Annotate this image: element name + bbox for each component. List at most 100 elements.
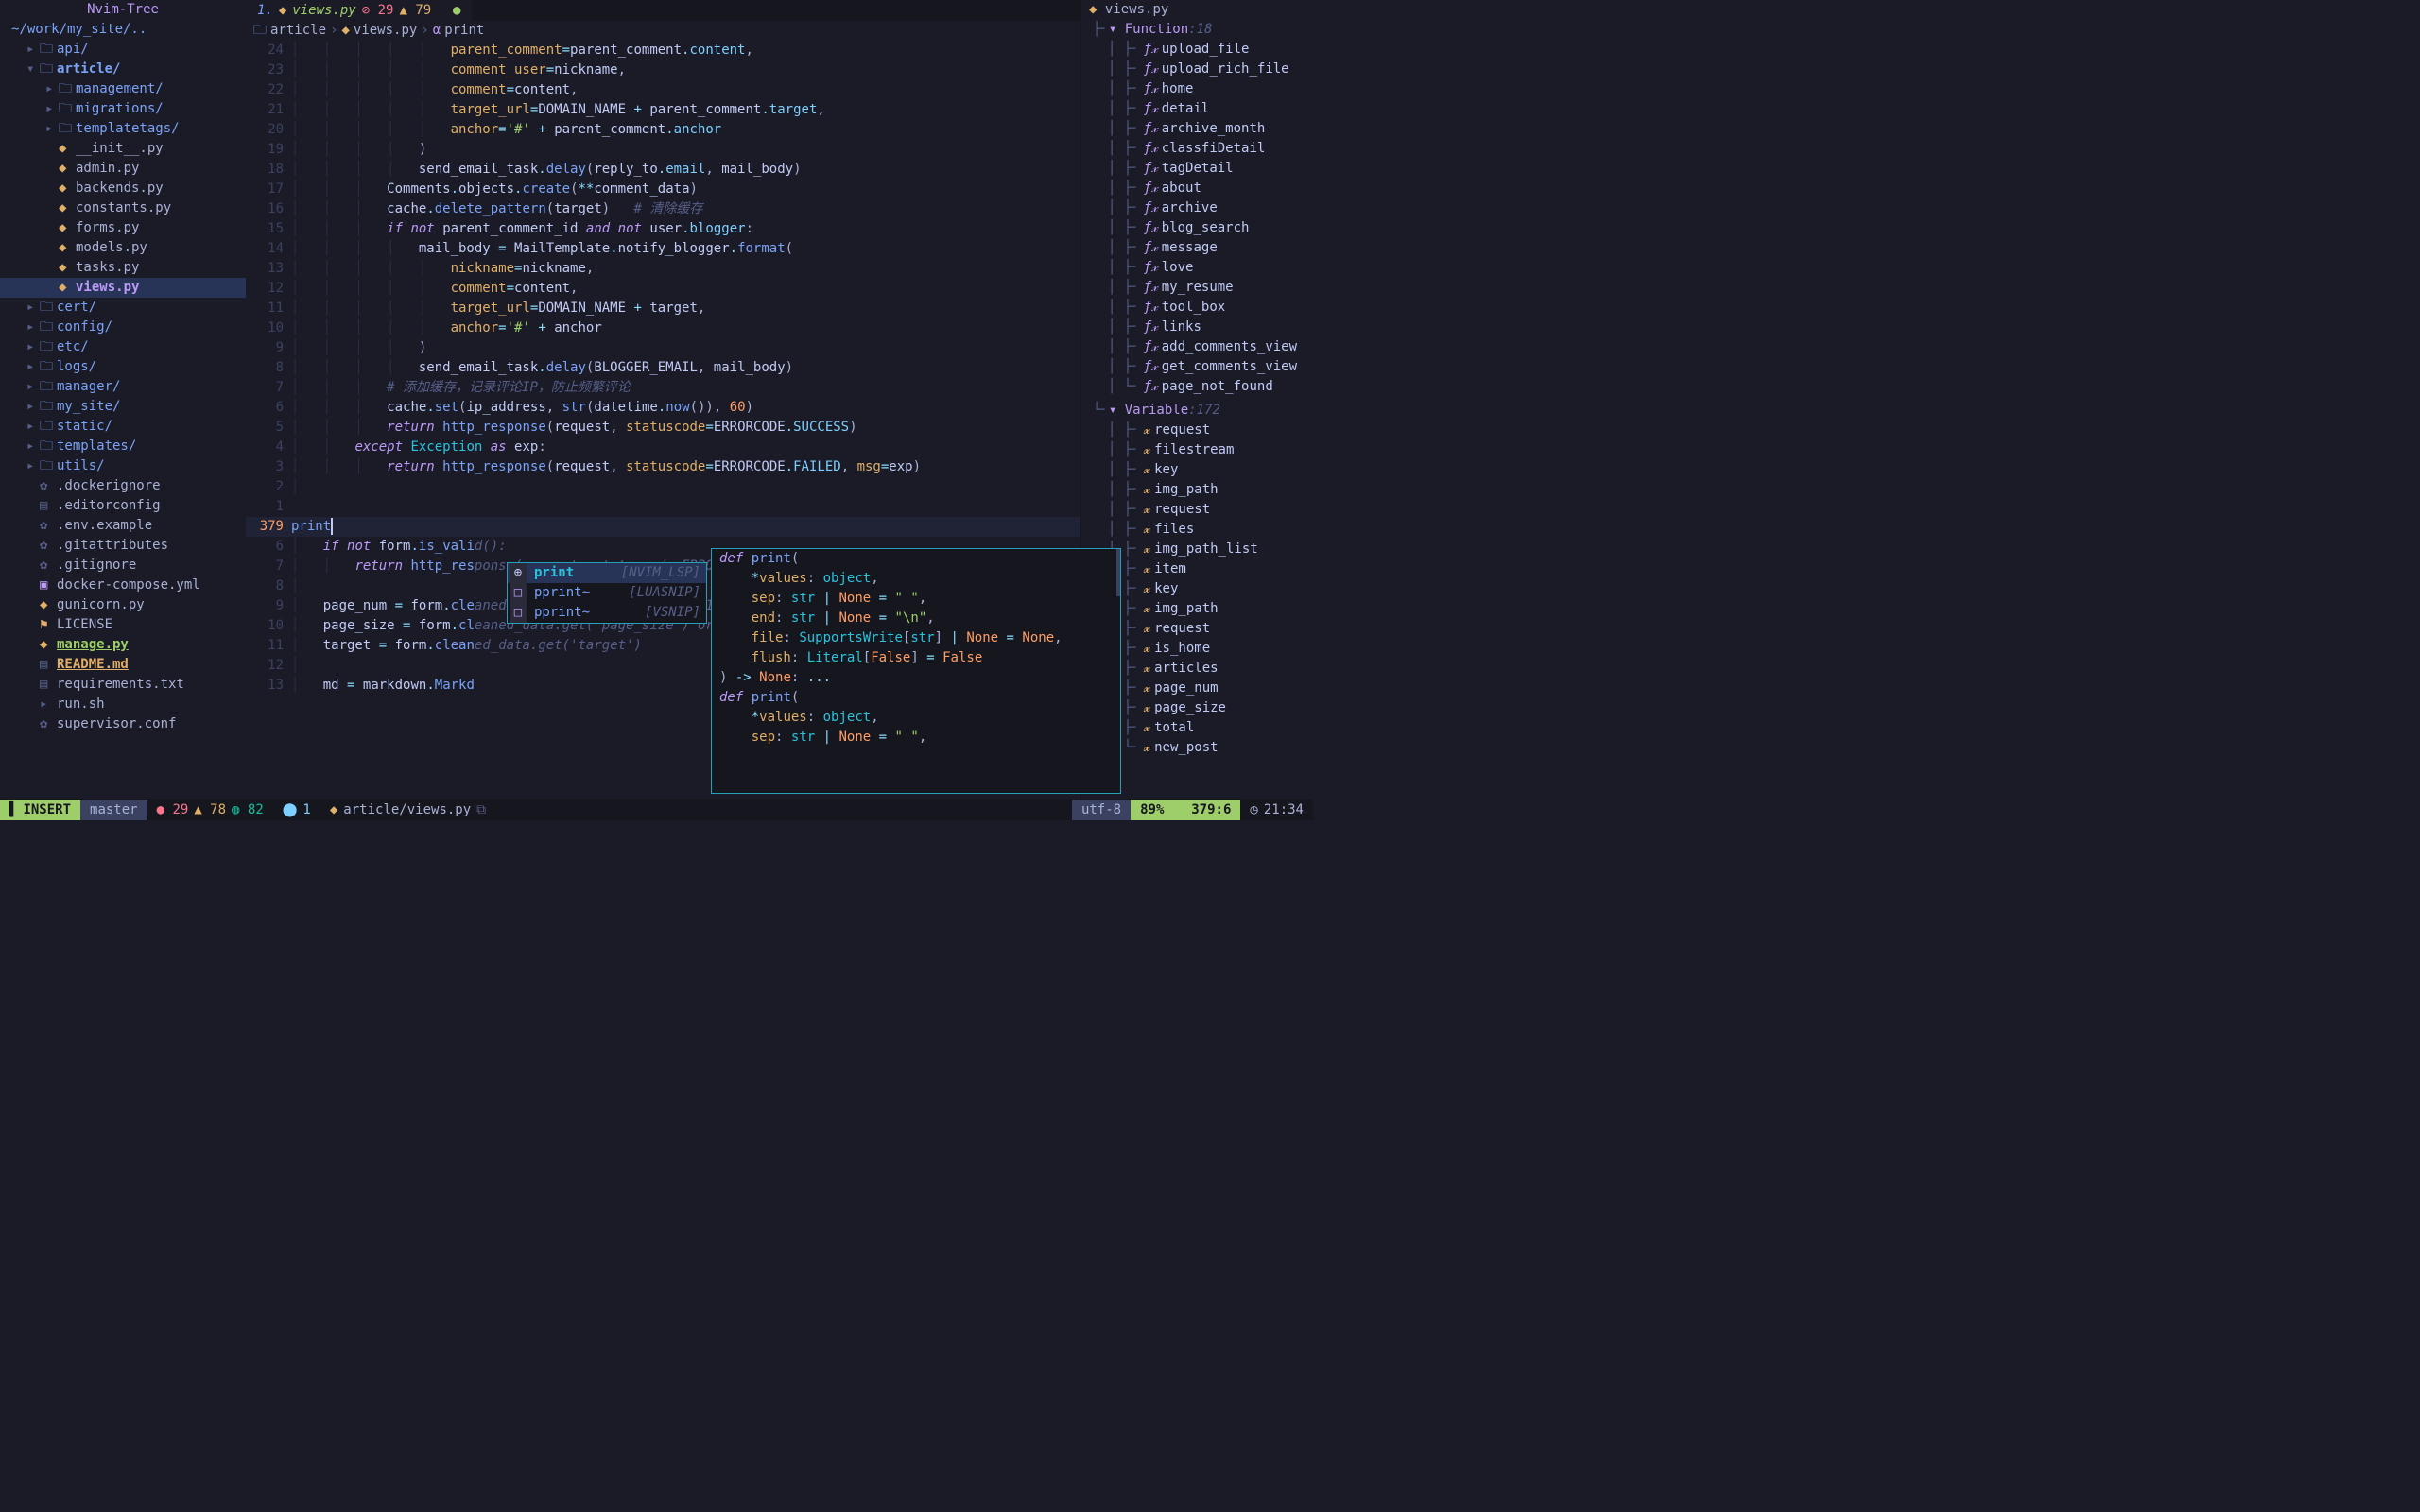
code-line[interactable]: │ │ except Exception as exp: (287, 438, 1080, 457)
code-line[interactable]: │ │ │ │ ) (287, 338, 1080, 358)
tree-item[interactable]: ▤requirements.txt (0, 675, 246, 695)
outline-item[interactable]: │ ├╴ƒ𝓍get_comments_view (1081, 357, 1313, 377)
outline-item[interactable]: │ ├╴ƒ𝓍add_comments_view (1081, 337, 1313, 357)
tree-item[interactable]: ◆models.py (0, 238, 246, 258)
outline-item[interactable]: │ ├╴ƒ𝓍archive (1081, 198, 1313, 218)
code-line[interactable] (287, 497, 1080, 517)
code-line[interactable]: │ │ │ │ ) (287, 140, 1080, 160)
tree-item[interactable]: ▸🗀my_site/ (0, 397, 246, 417)
code-line[interactable]: │ │ │ │ send_email_task.delay(reply_to.e… (287, 160, 1080, 180)
tree-item[interactable]: ▸run.sh (0, 695, 246, 714)
completion-item[interactable]: □pprint~[LUASNIP] (508, 583, 706, 603)
code-line[interactable]: │ │ │ │ │ target_url=DOMAIN_NAME + paren… (287, 100, 1080, 120)
code-line[interactable]: │ │ │ │ send_email_task.delay(BLOGGER_EM… (287, 358, 1080, 378)
code-line[interactable]: │ │ │ │ │ anchor='#' + parent_comment.an… (287, 120, 1080, 140)
outline-item[interactable]: │ ├╴ƒ𝓍upload_rich_file (1081, 60, 1313, 79)
code-line[interactable]: │ │ │ cache.set(ip_address, str(datetime… (287, 398, 1080, 418)
outline-group[interactable]: └╴▾ Variable:172 (1081, 401, 1313, 421)
code-line[interactable]: │ │ │ # 添加缓存，记录评论IP，防止频繁评论 (287, 378, 1080, 398)
outline-item[interactable]: │ ├╴ƒ𝓍archive_month (1081, 119, 1313, 139)
outline-item[interactable]: │ ├╴𝔁img_path (1081, 480, 1313, 500)
winbar-breadcrumb[interactable]: 🗀 article › ◆ views.py › α print (246, 21, 1080, 41)
tree-item[interactable]: ◆views.py (0, 278, 246, 298)
tree-item[interactable]: ▸🗀migrations/ (0, 99, 246, 119)
outline-group[interactable]: ├╴▾ Function:18 (1081, 20, 1313, 40)
outline-item[interactable]: │ ├╴ƒ𝓍classfiDetail (1081, 139, 1313, 159)
outline-item[interactable]: │ ├╴ƒ𝓍detail (1081, 99, 1313, 119)
tree-item[interactable]: ▸🗀templates/ (0, 437, 246, 456)
tree-item[interactable]: ▸🗀manager/ (0, 377, 246, 397)
tree-item[interactable]: ◆backends.py (0, 179, 246, 198)
outline-item[interactable]: │ ├╴𝔁key (1081, 460, 1313, 480)
outline-item[interactable]: │ ├╴𝔁files (1081, 520, 1313, 540)
code-line[interactable]: │ │ │ Comments.objects.create(**comment_… (287, 180, 1080, 199)
tree-item[interactable]: ✿.dockerignore (0, 476, 246, 496)
code-line[interactable]: │ │ │ │ │ comment=content, (287, 80, 1080, 100)
tab-bar[interactable]: 1. ◆ views.py ⊘ 29 ▲ 79 ● (246, 0, 1080, 21)
tree-item[interactable]: ▸🗀etc/ (0, 337, 246, 357)
tree-item[interactable]: ◆constants.py (0, 198, 246, 218)
code-line[interactable]: │ │ │ │ │ comment=content, (287, 279, 1080, 299)
encoding[interactable]: utf-8 (1072, 800, 1131, 820)
code-line-current[interactable]: print (287, 517, 1080, 537)
tree-item[interactable]: ▸🗀utils/ (0, 456, 246, 476)
code-line[interactable]: │ (287, 477, 1080, 497)
tree-item[interactable]: ▸🗀static/ (0, 417, 246, 437)
outline-item[interactable]: │ ├╴𝔁request (1081, 421, 1313, 440)
tree-item[interactable]: ▾🗀article/ (0, 60, 246, 79)
code-line[interactable]: │ │ │ │ │ nickname=nickname, (287, 259, 1080, 279)
tree-item[interactable]: ▸🗀api/ (0, 40, 246, 60)
file-tree-path[interactable]: ~/work/my_site/.. (0, 20, 246, 40)
code-line[interactable]: │ │ │ │ │ comment_user=nickname, (287, 60, 1080, 80)
code-line[interactable]: │ │ │ if not parent_comment_id and not u… (287, 219, 1080, 239)
code-line[interactable]: │ │ │ │ │ parent_comment=parent_comment.… (287, 41, 1080, 60)
completion-popup[interactable]: ⊕print[NVIM_LSP]□pprint~[LUASNIP]□pprint… (507, 562, 707, 624)
outline-item[interactable]: │ ├╴ƒ𝓍tool_box (1081, 298, 1313, 318)
tree-item[interactable]: ◆admin.py (0, 159, 246, 179)
code-line[interactable]: │ │ │ │ mail_body = MailTemplate.notify_… (287, 239, 1080, 259)
tree-item[interactable]: ▤.editorconfig (0, 496, 246, 516)
outline-item[interactable]: │ ├╴ƒ𝓍message (1081, 238, 1313, 258)
outline-item[interactable]: │ ├╴ƒ𝓍upload_file (1081, 40, 1313, 60)
outline-item[interactable]: │ ├╴ƒ𝓍links (1081, 318, 1313, 337)
tree-item[interactable]: ✿supervisor.conf (0, 714, 246, 734)
tree-item[interactable]: ◆manage.py (0, 635, 246, 655)
code-line[interactable]: │ │ │ return http_response(request, stat… (287, 457, 1080, 477)
tree-item[interactable]: ▸🗀templatetags/ (0, 119, 246, 139)
scrollbar[interactable] (1116, 549, 1120, 596)
completion-item[interactable]: □pprint~[VSNIP] (508, 603, 706, 623)
tree-item[interactable]: ▤README.md (0, 655, 246, 675)
code-line[interactable]: │ │ │ │ │ anchor='#' + anchor (287, 318, 1080, 338)
outline-item[interactable]: │ ├╴ƒ𝓍tagDetail (1081, 159, 1313, 179)
tree-item[interactable]: ▸🗀management/ (0, 79, 246, 99)
tree-item[interactable]: ▸🗀config/ (0, 318, 246, 337)
outline-item[interactable]: │ ├╴ƒ𝓍love (1081, 258, 1313, 278)
outline-item[interactable]: │ ├╴ƒ𝓍my_resume (1081, 278, 1313, 298)
outline-item[interactable]: │ ├╴ƒ𝓍about (1081, 179, 1313, 198)
file-tree[interactable]: ▸🗀api/▾🗀article/▸🗀management/▸🗀migration… (0, 40, 246, 799)
outline-item[interactable]: │ ├╴𝔁request (1081, 500, 1313, 520)
git-branch[interactable]: master (80, 800, 147, 820)
tree-item[interactable]: ▣docker-compose.yml (0, 576, 246, 595)
tree-item[interactable]: ◆forms.py (0, 218, 246, 238)
tree-item[interactable]: ▸🗀cert/ (0, 298, 246, 318)
tree-item[interactable]: ◆__init__.py (0, 139, 246, 159)
completion-item[interactable]: ⊕print[NVIM_LSP] (508, 563, 706, 583)
outline-item[interactable]: │ ├╴ƒ𝓍home (1081, 79, 1313, 99)
outline-item[interactable]: │ ├╴ƒ𝓍blog_search (1081, 218, 1313, 238)
outline-item[interactable]: │ ├╴𝔁filestream (1081, 440, 1313, 460)
code-line[interactable]: │ │ │ cache.delete_pattern(target) # 清除缓… (287, 199, 1080, 219)
outline-file[interactable]: ◆ views.py (1081, 0, 1313, 20)
code-line[interactable]: │ │ │ return http_response(request, stat… (287, 418, 1080, 438)
diagnostics[interactable]: ● 29 ▲ 78 ◍ 82 (147, 800, 273, 820)
tab-views-py[interactable]: 1. ◆ views.py ⊘ 29 ▲ 79 ● (246, 0, 472, 21)
tree-item[interactable]: ✿.env.example (0, 516, 246, 536)
outline-item[interactable]: │ └╴ƒ𝓍page_not_found (1081, 377, 1313, 397)
tree-item[interactable]: ✿.gitattributes (0, 536, 246, 556)
code-line[interactable]: │ │ │ │ │ target_url=DOMAIN_NAME + targe… (287, 299, 1080, 318)
tree-item[interactable]: ▸🗀logs/ (0, 357, 246, 377)
tree-item[interactable]: ⚑LICENSE (0, 615, 246, 635)
tree-item[interactable]: ✿.gitignore (0, 556, 246, 576)
tree-item[interactable]: ◆gunicorn.py (0, 595, 246, 615)
tree-item[interactable]: ◆tasks.py (0, 258, 246, 278)
